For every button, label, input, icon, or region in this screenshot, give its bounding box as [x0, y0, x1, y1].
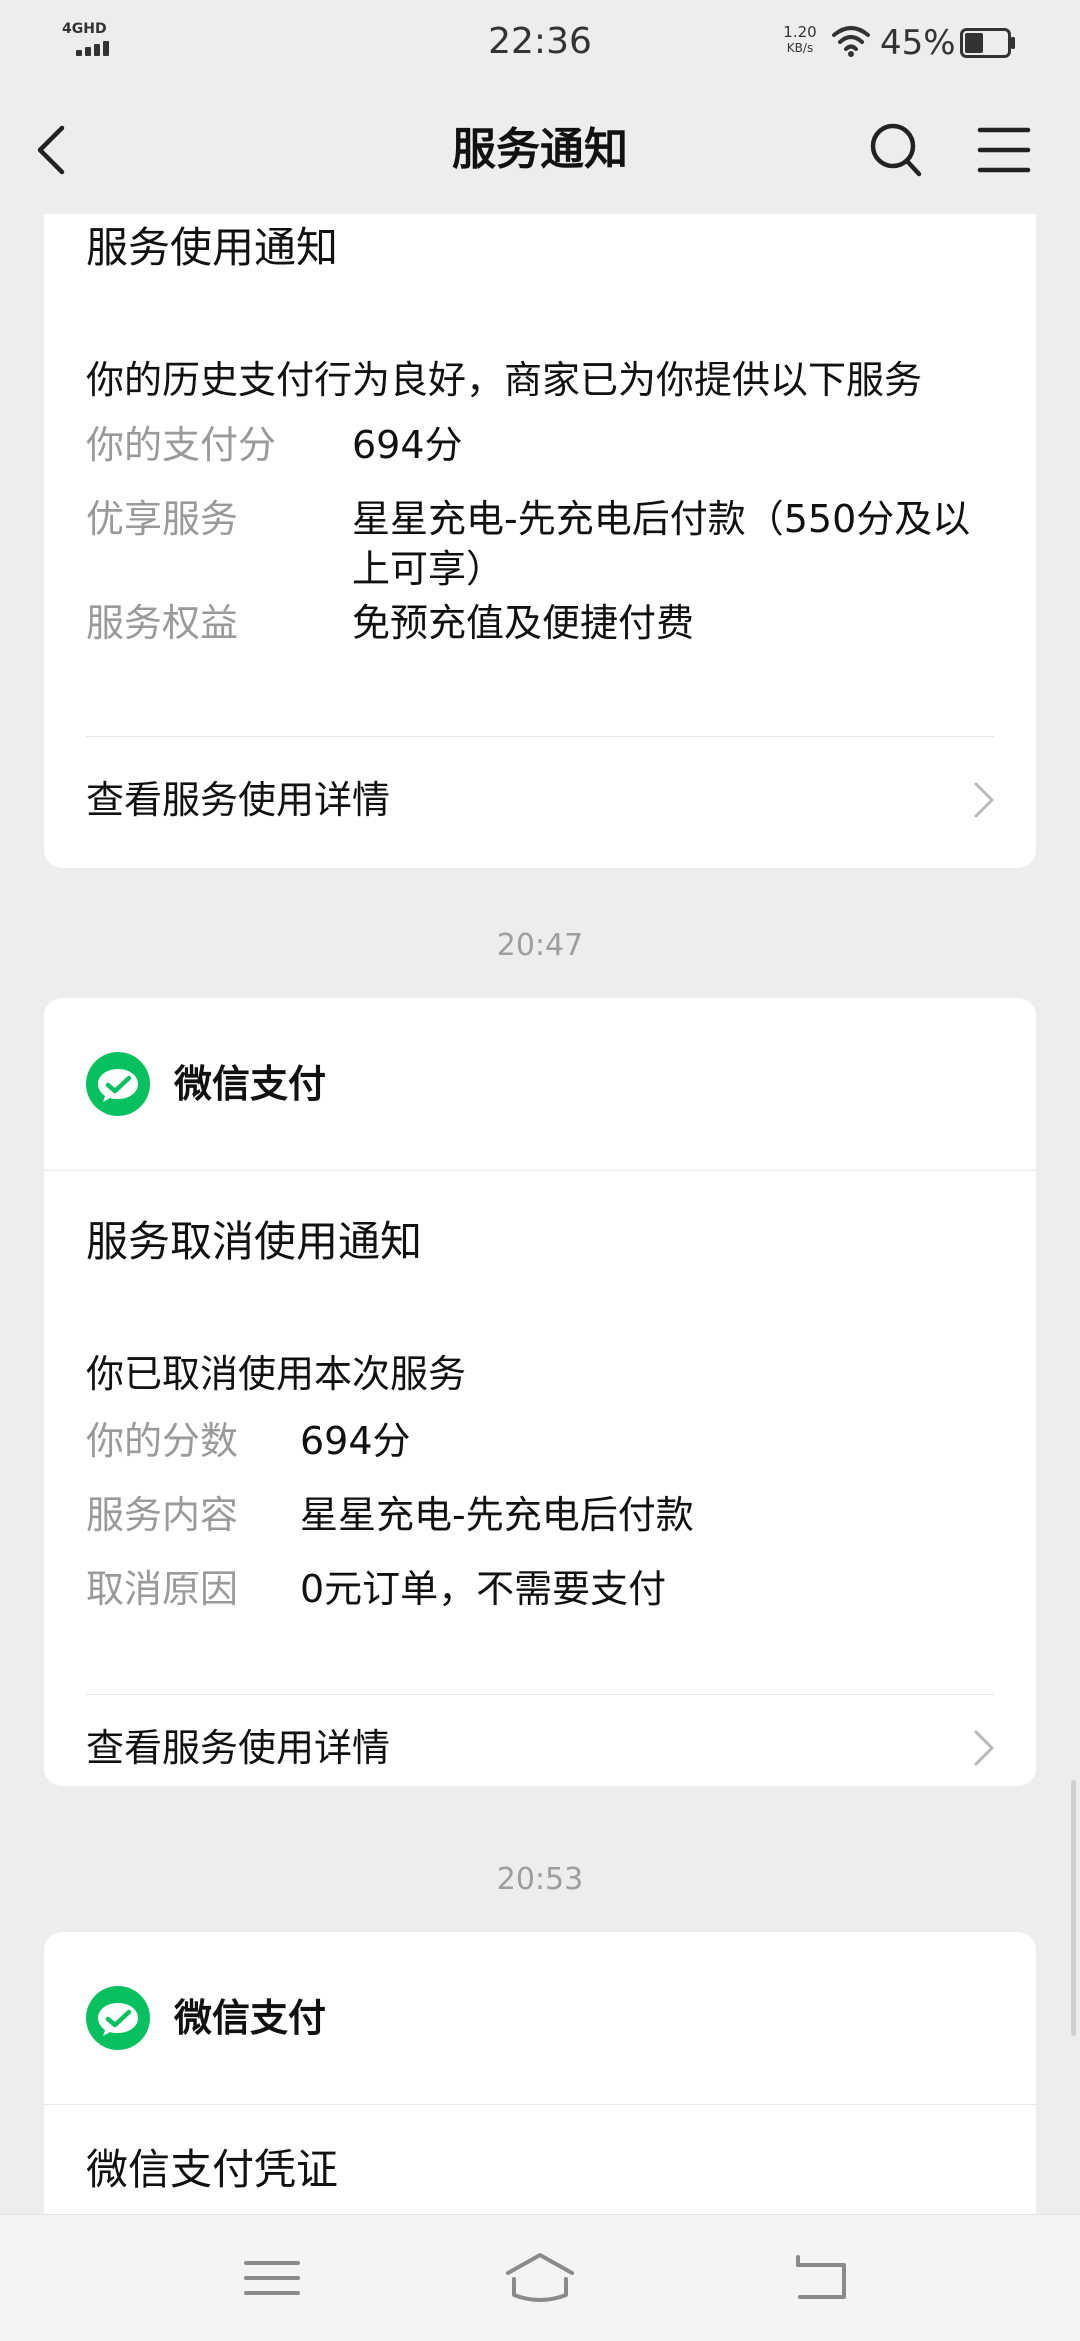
home-icon[interactable]: [500, 2243, 580, 2313]
row-label: 服务内容: [86, 1493, 239, 1537]
row-label: 服务权益: [86, 601, 239, 645]
card-title: 服务使用通知: [86, 223, 339, 272]
wechat-pay-icon: [86, 1052, 150, 1116]
wifi-icon: [832, 26, 870, 57]
wechat-pay-icon: [86, 1986, 150, 2050]
status-bar: 4GHD 22:36 1.20 KB/s 45%: [0, 0, 1080, 84]
card-intro: 你已取消使用本次服务: [86, 1352, 467, 1396]
row-label: 优享服务: [86, 497, 239, 541]
message-feed[interactable]: 服务使用通知 你的历史支付行为良好，商家已为你提供以下服务 你的支付分 694分…: [0, 214, 1080, 2214]
service-cancel-card[interactable]: 微信支付 服务取消使用通知 你已取消使用本次服务 你的分数 694分 服务内容 …: [44, 998, 1036, 1786]
search-icon[interactable]: [868, 120, 924, 180]
row-value: 星星充电-先充电后付款（550分及以上可享）: [352, 497, 971, 591]
row-value: 0元订单，不需要支付: [300, 1567, 667, 1611]
row-value: 694分: [300, 1419, 411, 1463]
card-source-header: 微信支付: [44, 1932, 1036, 2105]
card-title: 微信支付凭证: [86, 2145, 339, 2194]
menu-icon[interactable]: [232, 2243, 312, 2313]
network-speed-value: 1.20: [783, 23, 817, 41]
row-label: 取消原因: [86, 1567, 239, 1611]
row-label: 你的分数: [86, 1419, 239, 1463]
card-source-header: 微信支付: [44, 998, 1036, 1171]
chevron-right-icon: [974, 1730, 994, 1766]
source-name: 微信支付: [174, 1062, 327, 1106]
row-value: 694分: [352, 423, 463, 467]
battery-icon: [960, 28, 1015, 58]
network-speed: 1.20 KB/s: [778, 24, 822, 56]
row-value: 免预充值及便捷付费: [352, 601, 695, 645]
network-speed-unit: KB/s: [786, 41, 814, 55]
menu-icon[interactable]: [976, 122, 1032, 178]
source-name: 微信支付: [174, 1996, 327, 2040]
chevron-right-icon: [974, 782, 994, 818]
service-notice-card[interactable]: 服务使用通知 你的历史支付行为良好，商家已为你提供以下服务 你的支付分 694分…: [44, 214, 1036, 868]
payment-receipt-card[interactable]: 微信支付 微信支付凭证: [44, 1932, 1036, 2214]
card-divider: [86, 1694, 994, 1695]
scrollbar[interactable]: [1071, 1780, 1076, 2036]
view-details-link[interactable]: 查看服务使用详情: [86, 1720, 390, 1776]
card-title: 服务取消使用通知: [86, 1217, 423, 1266]
card-intro: 你的历史支付行为良好，商家已为你提供以下服务: [86, 358, 923, 402]
row-label: 你的支付分: [86, 423, 277, 467]
back-icon[interactable]: [782, 2243, 862, 2313]
card-divider: [86, 736, 994, 737]
header: 服务通知: [0, 84, 1080, 214]
view-details-link[interactable]: 查看服务使用详情: [86, 772, 390, 828]
row-value: 星星充电-先充电后付款: [300, 1493, 694, 1537]
message-timestamp: 20:53: [496, 1862, 584, 1897]
message-timestamp: 20:47: [496, 928, 584, 963]
system-nav-bar: [0, 2214, 1080, 2341]
battery-percent: 45%: [880, 23, 956, 63]
